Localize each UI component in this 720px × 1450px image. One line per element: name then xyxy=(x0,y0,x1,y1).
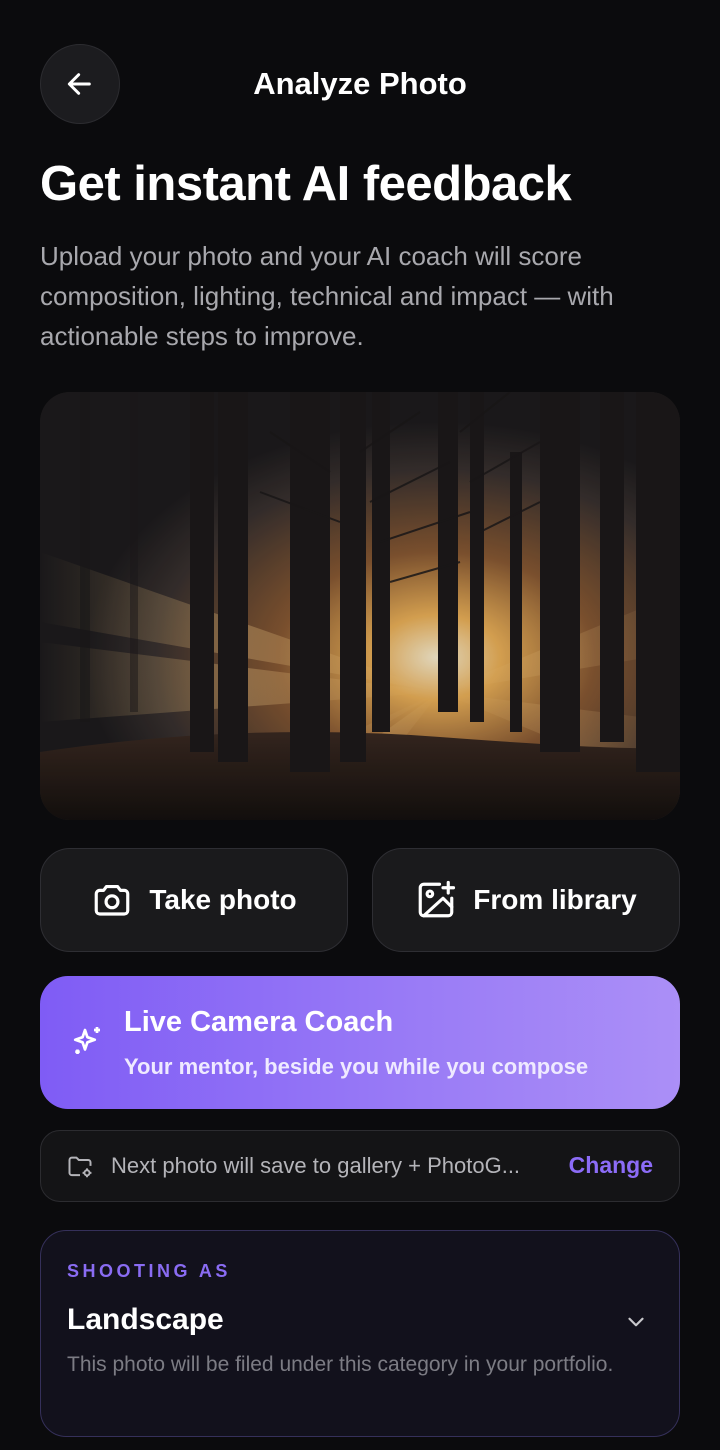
save-destination-text: Next photo will save to gallery + PhotoG… xyxy=(111,1153,521,1178)
image-add-icon xyxy=(418,880,456,918)
page-title: Analyze Photo xyxy=(253,66,467,101)
chevron-down-icon xyxy=(628,1317,644,1327)
intro-description: Upload your photo and your AI coach will… xyxy=(40,241,614,351)
forest-sunbeams-image xyxy=(40,392,680,820)
sparkles-icon xyxy=(73,1027,100,1054)
coach-title: Live Camera Coach xyxy=(124,1006,394,1038)
from-library-button[interactable]: From library xyxy=(372,848,680,952)
save-destination-bar: Next photo will save to gallery + PhotoG… xyxy=(40,1130,680,1202)
shooting-as-label: SHOOTING AS xyxy=(67,1261,231,1281)
camera-icon xyxy=(95,884,130,916)
from-library-label: From library xyxy=(473,884,637,915)
take-photo-button[interactable]: Take photo xyxy=(40,848,348,952)
coach-subtitle: Your mentor, beside you while you compos… xyxy=(124,1054,589,1079)
shooting-as-description: This photo will be filed under this cate… xyxy=(67,1353,614,1376)
shooting-as-selector[interactable]: SHOOTING AS Landscape This photo will be… xyxy=(40,1230,680,1437)
change-save-destination-button[interactable]: Change xyxy=(569,1152,653,1179)
live-camera-coach-button[interactable]: Live Camera Coach Your mentor, beside yo… xyxy=(40,976,680,1109)
folder-settings-icon xyxy=(68,1156,92,1178)
shooting-as-value: Landscape xyxy=(67,1303,224,1336)
take-photo-label: Take photo xyxy=(149,884,297,915)
analyze-photo-screen: Analyze Photo Get instant AI feedback Up… xyxy=(0,0,720,1450)
photo-preview[interactable] xyxy=(40,392,680,820)
headline: Get instant AI feedback xyxy=(40,157,572,211)
